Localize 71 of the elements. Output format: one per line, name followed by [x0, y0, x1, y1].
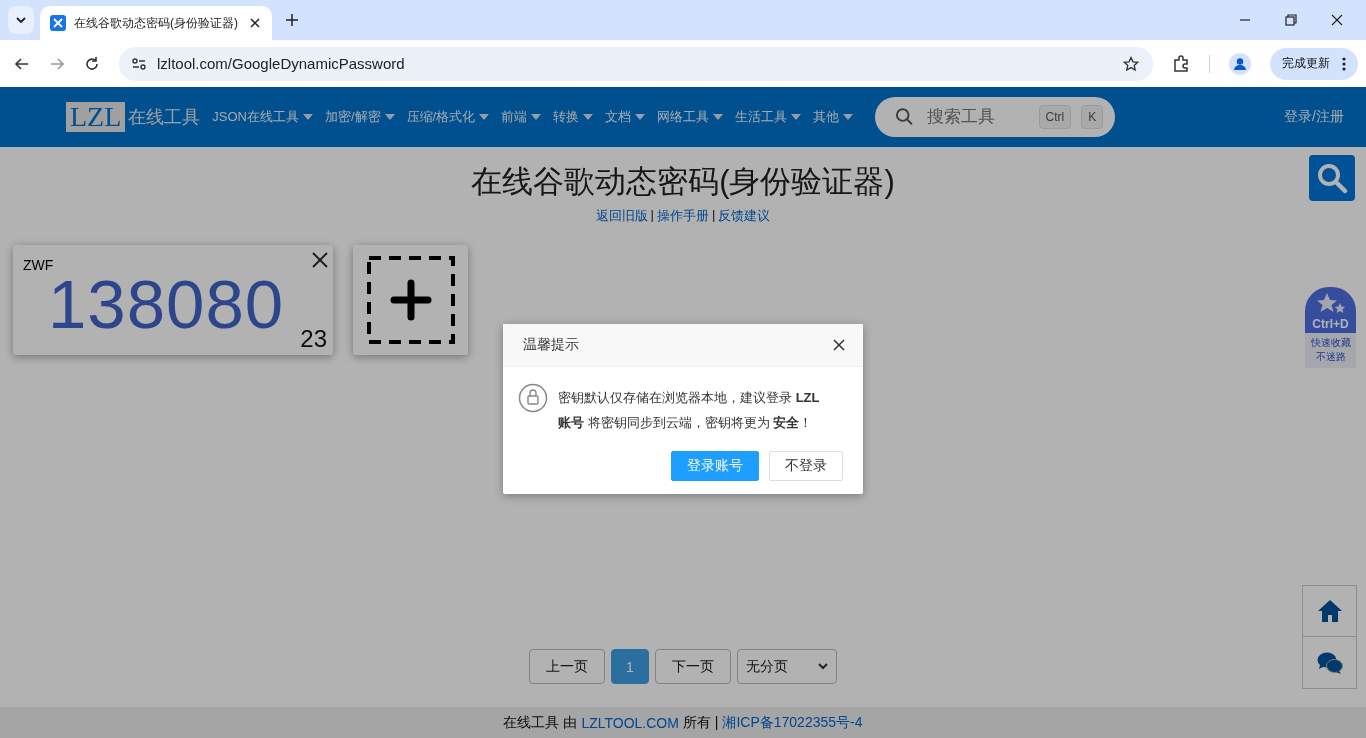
caret-icon — [531, 114, 542, 120]
page-title: 在线谷歌动态密码(身份验证器) — [471, 163, 895, 201]
new-tab-icon[interactable] — [286, 14, 298, 26]
home-icon — [1316, 599, 1343, 623]
restore-icon[interactable] — [1285, 14, 1297, 26]
site-link[interactable]: LZLTOOL.COM — [581, 714, 679, 731]
close-icon[interactable] — [1331, 14, 1343, 26]
profile-icon[interactable] — [1229, 52, 1251, 75]
lock-icon — [518, 383, 548, 413]
caret-icon — [635, 114, 646, 120]
nav-menu[interactable]: 前端 — [495, 108, 548, 126]
nav-menu[interactable]: 网络工具 — [651, 108, 730, 126]
more-icon — [1342, 56, 1346, 71]
forward-icon[interactable] — [49, 55, 65, 72]
chevron-down-icon — [15, 14, 27, 26]
caret-icon — [384, 114, 395, 120]
nav-menu[interactable]: 其他 — [807, 108, 860, 126]
search-field[interactable]: 搜索工具 — [924, 106, 1029, 128]
next-page-button[interactable]: 下一页 — [654, 649, 731, 684]
separator: | — [650, 207, 654, 224]
dashed-plus-icon — [366, 256, 455, 344]
dialog-title: 温馨提示 — [523, 336, 579, 354]
footer-text: 在线工具 由 — [503, 713, 578, 732]
caret-icon — [791, 114, 802, 120]
chevron-down-icon — [817, 663, 828, 670]
address-bar[interactable]: lzltool.com/GoogleDynamicPassword — [119, 46, 1153, 81]
caret-icon — [713, 114, 724, 120]
countdown: 23 — [300, 325, 327, 353]
close-icon[interactable] — [250, 18, 260, 28]
search-icon — [895, 107, 915, 127]
reload-icon[interactable] — [84, 55, 100, 72]
key-hint: Ctrl — [1038, 105, 1072, 129]
separator: | — [712, 207, 716, 224]
nav-menu[interactable]: JSON在线工具 — [206, 108, 319, 126]
site-settings-icon[interactable] — [131, 55, 147, 72]
page-link[interactable]: 反馈建议 — [718, 207, 771, 225]
tab-search-button[interactable] — [8, 6, 34, 34]
search-button[interactable] — [1309, 155, 1355, 201]
page-link[interactable]: 返回旧版 — [595, 207, 648, 225]
browser-tab[interactable]: 在线谷歌动态密码(身份验证器) — [40, 6, 272, 40]
page-number[interactable]: 1 — [611, 649, 649, 684]
caret-icon — [303, 114, 313, 120]
login-link[interactable]: 登录/注册 — [1272, 108, 1344, 126]
add-card-button[interactable] — [353, 245, 468, 355]
caret-icon — [479, 114, 490, 120]
back-icon[interactable] — [14, 55, 30, 72]
login-button[interactable]: 登录账号 — [671, 451, 759, 481]
puzzle-icon[interactable] — [1172, 54, 1190, 73]
prev-page-button[interactable]: 上一页 — [529, 649, 606, 684]
bookmark-badge[interactable]: Ctrl+D 快速收藏不迷路 — [1305, 287, 1356, 368]
search-icon — [1316, 162, 1348, 194]
page-link[interactable]: 操作手册 — [657, 207, 709, 225]
caret-icon — [583, 114, 594, 120]
nav-menu[interactable]: 加密/解密 — [319, 108, 401, 126]
nav-menu[interactable]: 压缩/格式化 — [400, 108, 496, 126]
chat-bubbles-icon — [1316, 651, 1343, 674]
nav-menu[interactable]: 文档 — [599, 108, 652, 126]
star-icon[interactable] — [1123, 55, 1139, 72]
key-hint: K — [1081, 105, 1104, 129]
dialog-message: 密钥默认仅存储在浏览器本地，建议登录 LZL账号 将密钥同步到云端，密钥将更为 安全！ — [558, 389, 821, 432]
close-icon[interactable] — [833, 339, 845, 351]
caret-icon — [843, 114, 854, 120]
icp-link[interactable]: 湘ICP备17022355号-4 — [722, 713, 863, 732]
update-button[interactable]: 完成更新 — [1270, 47, 1358, 80]
footer-text: 所有 | — [682, 713, 719, 732]
site-logo[interactable]: LZL 在线工具 — [66, 102, 201, 132]
close-icon[interactable] — [312, 252, 328, 268]
nav-menu[interactable]: 生活工具 — [729, 108, 808, 126]
page-mode-select[interactable]: 无分页 — [736, 649, 837, 684]
nav-menu[interactable]: 转换 — [547, 108, 600, 126]
dismiss-button[interactable]: 不登录 — [769, 451, 843, 481]
